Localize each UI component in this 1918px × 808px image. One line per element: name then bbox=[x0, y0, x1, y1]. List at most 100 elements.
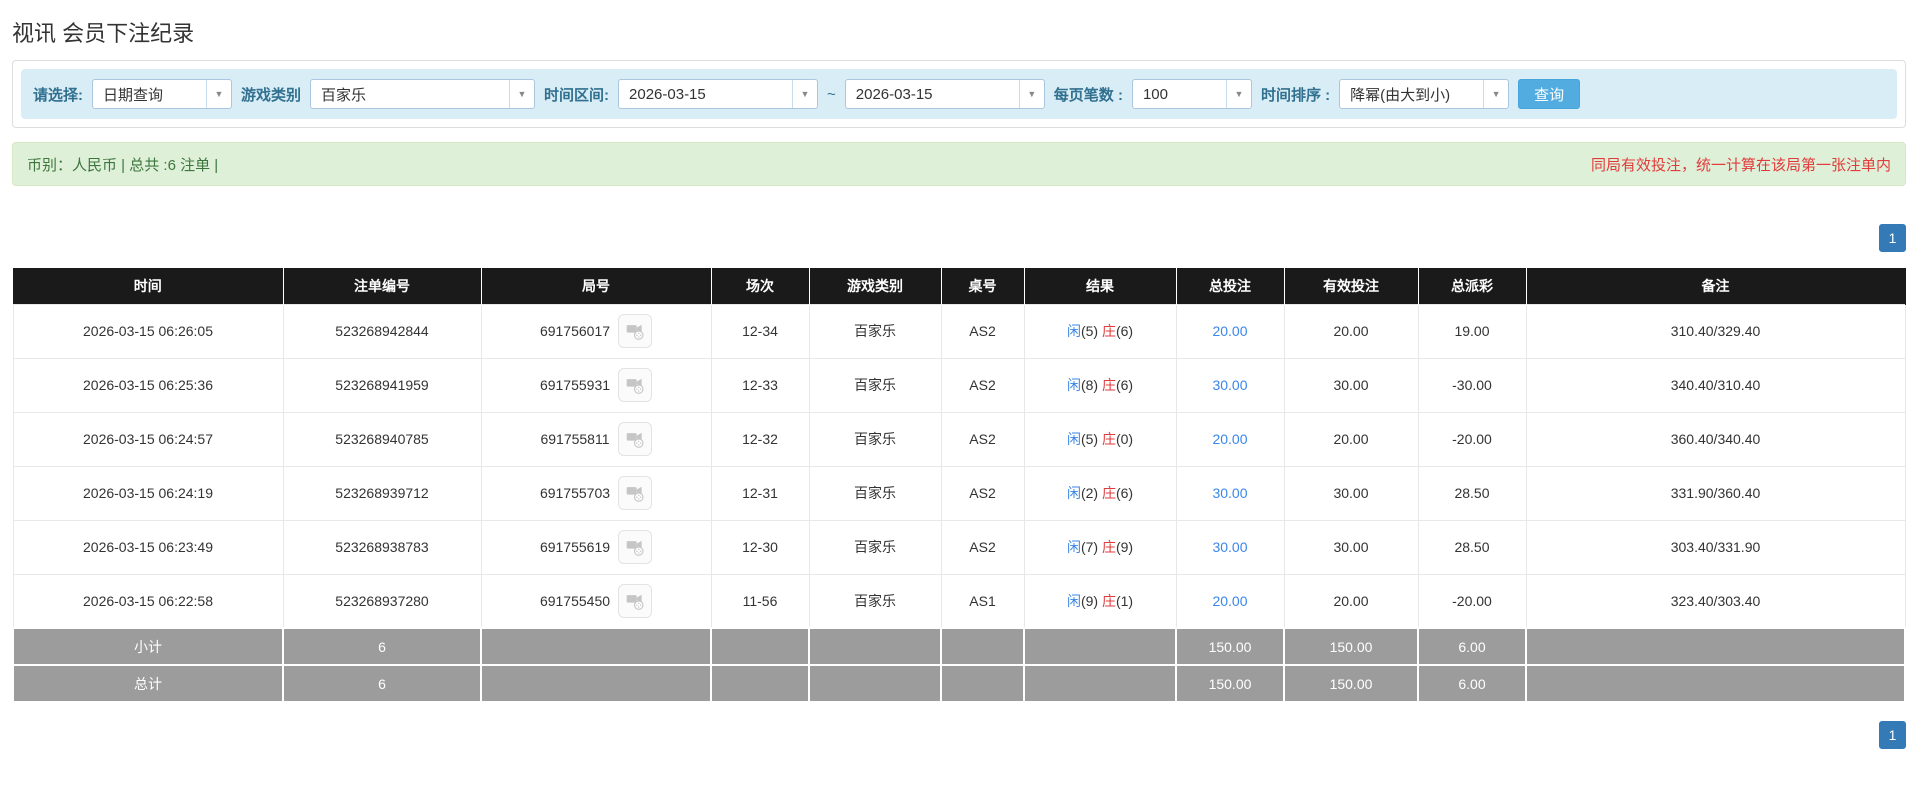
cell-result: 闲(9) 庄(1) bbox=[1023, 573, 1177, 629]
result-banker-label: 庄 bbox=[1101, 431, 1116, 447]
cell-game-category: 百家乐 bbox=[808, 357, 942, 413]
bet-records-table: 时间 注单编号 局号 场次 游戏类别 桌号 结果 总投注 有效投注 总派彩 备注… bbox=[12, 268, 1906, 703]
video-replay-button[interactable] bbox=[618, 476, 653, 510]
chevron-down-icon: ▼ bbox=[1483, 80, 1509, 108]
video-icon bbox=[626, 594, 644, 610]
total-label: 总计 bbox=[12, 664, 284, 703]
video-icon bbox=[626, 540, 644, 556]
result-player-score: (7) bbox=[1080, 539, 1102, 555]
total-count: 6 bbox=[282, 664, 482, 703]
time-sort-select[interactable]: 降幂(由大到小) ▼ bbox=[1339, 79, 1510, 109]
cell-valid-bet: 30.00 bbox=[1283, 357, 1419, 413]
cell-table-no: AS2 bbox=[940, 411, 1025, 467]
cell-game-category: 百家乐 bbox=[808, 519, 942, 575]
subtotal-label: 小计 bbox=[12, 627, 284, 666]
video-replay-button[interactable] bbox=[618, 530, 653, 564]
time-sort-label: 时间排序 : bbox=[1260, 86, 1331, 104]
filter-panel: 请选择: 日期查询 ▼ 游戏类别 百家乐 ▼ 时间区间: 2026-03-15 … bbox=[12, 60, 1906, 128]
filter-bar: 请选择: 日期查询 ▼ 游戏类别 百家乐 ▼ 时间区间: 2026-03-15 … bbox=[21, 69, 1897, 119]
cell-payout: -30.00 bbox=[1417, 357, 1527, 413]
cell-table-no: AS2 bbox=[940, 303, 1025, 359]
cell-bet-id: 523268938783 bbox=[282, 519, 482, 575]
result-player-label: 闲 bbox=[1066, 431, 1081, 447]
cell-bet-id: 523268937280 bbox=[282, 573, 482, 629]
cell-time: 2026-03-15 06:24:57 bbox=[12, 411, 284, 467]
video-replay-button[interactable] bbox=[617, 422, 652, 456]
page-1-button[interactable]: 1 bbox=[1879, 224, 1906, 252]
cell-valid-bet: 30.00 bbox=[1283, 465, 1419, 521]
header-result: 结果 bbox=[1024, 268, 1177, 304]
result-banker-score: (6) bbox=[1115, 323, 1134, 339]
game-category-value: 百家乐 bbox=[321, 86, 367, 104]
date-from-value: 2026-03-15 bbox=[629, 85, 706, 103]
total-bet-link[interactable]: 30.00 bbox=[1212, 377, 1247, 393]
header-payout: 总派彩 bbox=[1418, 268, 1527, 304]
round-id-group: 691755931 bbox=[540, 368, 653, 402]
cell-result: 闲(5) 庄(6) bbox=[1023, 303, 1177, 359]
total-bet-link[interactable]: 30.00 bbox=[1212, 539, 1247, 555]
result-player-score: (2) bbox=[1080, 485, 1102, 501]
page-1-button[interactable]: 1 bbox=[1879, 721, 1906, 749]
round-id-group: 691756017 bbox=[540, 314, 653, 348]
header-table-no: 桌号 bbox=[941, 268, 1025, 304]
date-from-select[interactable]: 2026-03-15 ▼ bbox=[618, 79, 819, 109]
search-button[interactable]: 查询 bbox=[1518, 79, 1581, 109]
cell-session: 12-33 bbox=[710, 357, 810, 413]
table-body: 2026-03-15 06:26:05 523268942844 691756017… bbox=[12, 303, 1906, 629]
cell-note: 323.40/303.40 bbox=[1525, 573, 1906, 629]
cell-payout: -20.00 bbox=[1417, 573, 1527, 629]
chevron-down-icon: ▼ bbox=[792, 80, 818, 108]
cell-session: 11-56 bbox=[710, 573, 810, 629]
cell-result: 闲(5) 庄(0) bbox=[1023, 411, 1177, 467]
table-row: 2026-03-15 06:23:49 523268938783 691755619… bbox=[12, 519, 1906, 575]
total-bet-link[interactable]: 20.00 bbox=[1212, 431, 1247, 447]
cell-table-no: AS1 bbox=[940, 573, 1025, 629]
video-replay-button[interactable] bbox=[618, 314, 653, 348]
cell-time: 2026-03-15 06:25:36 bbox=[12, 357, 284, 413]
result-banker-score: (1) bbox=[1115, 592, 1134, 609]
total-bet-link[interactable]: 20.00 bbox=[1212, 593, 1247, 609]
video-replay-button[interactable] bbox=[618, 368, 653, 402]
result-banker-score: (9) bbox=[1115, 539, 1134, 555]
time-sort-value: 降幂(由大到小) bbox=[1350, 86, 1451, 104]
cell-valid-bet: 20.00 bbox=[1283, 303, 1419, 359]
cell-table-no: AS2 bbox=[940, 357, 1025, 413]
subtotal-valid-bet: 150.00 bbox=[1283, 627, 1419, 666]
result-banker-label: 庄 bbox=[1101, 323, 1116, 339]
currency-summary-text: 币别：人民币 | 总共 :6 注单 | bbox=[27, 156, 219, 174]
cell-total-bet: 20.00 bbox=[1175, 303, 1285, 359]
page: 视讯 会员下注纪录 请选择: 日期查询 ▼ 游戏类别 百家乐 ▼ 时间区间: 2… bbox=[0, 16, 1918, 749]
result-banker-label: 庄 bbox=[1101, 592, 1116, 609]
total-bet-link[interactable]: 30.00 bbox=[1212, 485, 1247, 501]
cell-time: 2026-03-15 06:22:58 bbox=[12, 573, 284, 629]
query-type-select[interactable]: 日期查询 ▼ bbox=[92, 79, 232, 109]
cell-note: 303.40/331.90 bbox=[1525, 519, 1906, 575]
time-range-label: 时间区间: bbox=[544, 86, 610, 104]
cell-total-bet: 20.00 bbox=[1175, 573, 1285, 629]
cell-time: 2026-03-15 06:24:19 bbox=[12, 465, 284, 521]
video-replay-button[interactable] bbox=[618, 583, 653, 618]
total-payout: 6.00 bbox=[1417, 664, 1527, 703]
result-player-label: 闲 bbox=[1066, 539, 1081, 555]
cell-session: 12-30 bbox=[710, 519, 810, 575]
summary-bar: 币别：人民币 | 总共 :6 注单 | 同局有效投注，统一计算在该局第一张注单内 bbox=[12, 142, 1906, 186]
cell-round-id: 691755450 bbox=[480, 573, 712, 629]
result-player-label: 闲 bbox=[1066, 485, 1081, 501]
cell-game-category: 百家乐 bbox=[808, 573, 942, 629]
cell-session: 12-34 bbox=[710, 303, 810, 359]
result-banker-score: (6) bbox=[1115, 485, 1134, 501]
video-icon bbox=[626, 432, 644, 448]
total-row: 总计 6 150.00 150.00 6.00 bbox=[12, 664, 1906, 703]
cell-note: 360.40/340.40 bbox=[1525, 411, 1906, 467]
result-player-score: (9) bbox=[1080, 592, 1102, 609]
cell-time: 2026-03-15 06:23:49 bbox=[12, 519, 284, 575]
header-game-category: 游戏类别 bbox=[809, 268, 942, 304]
round-id-group: 691755619 bbox=[540, 530, 653, 564]
game-category-select[interactable]: 百家乐 ▼ bbox=[310, 79, 536, 109]
cell-round-id: 691756017 bbox=[480, 303, 712, 359]
round-id-text: 691755811 bbox=[540, 431, 610, 447]
pagination-top: 1 bbox=[12, 224, 1906, 252]
date-to-select[interactable]: 2026-03-15 ▼ bbox=[844, 79, 1045, 109]
total-bet-link[interactable]: 20.00 bbox=[1212, 323, 1247, 339]
per-page-select[interactable]: 100 ▼ bbox=[1131, 79, 1252, 109]
